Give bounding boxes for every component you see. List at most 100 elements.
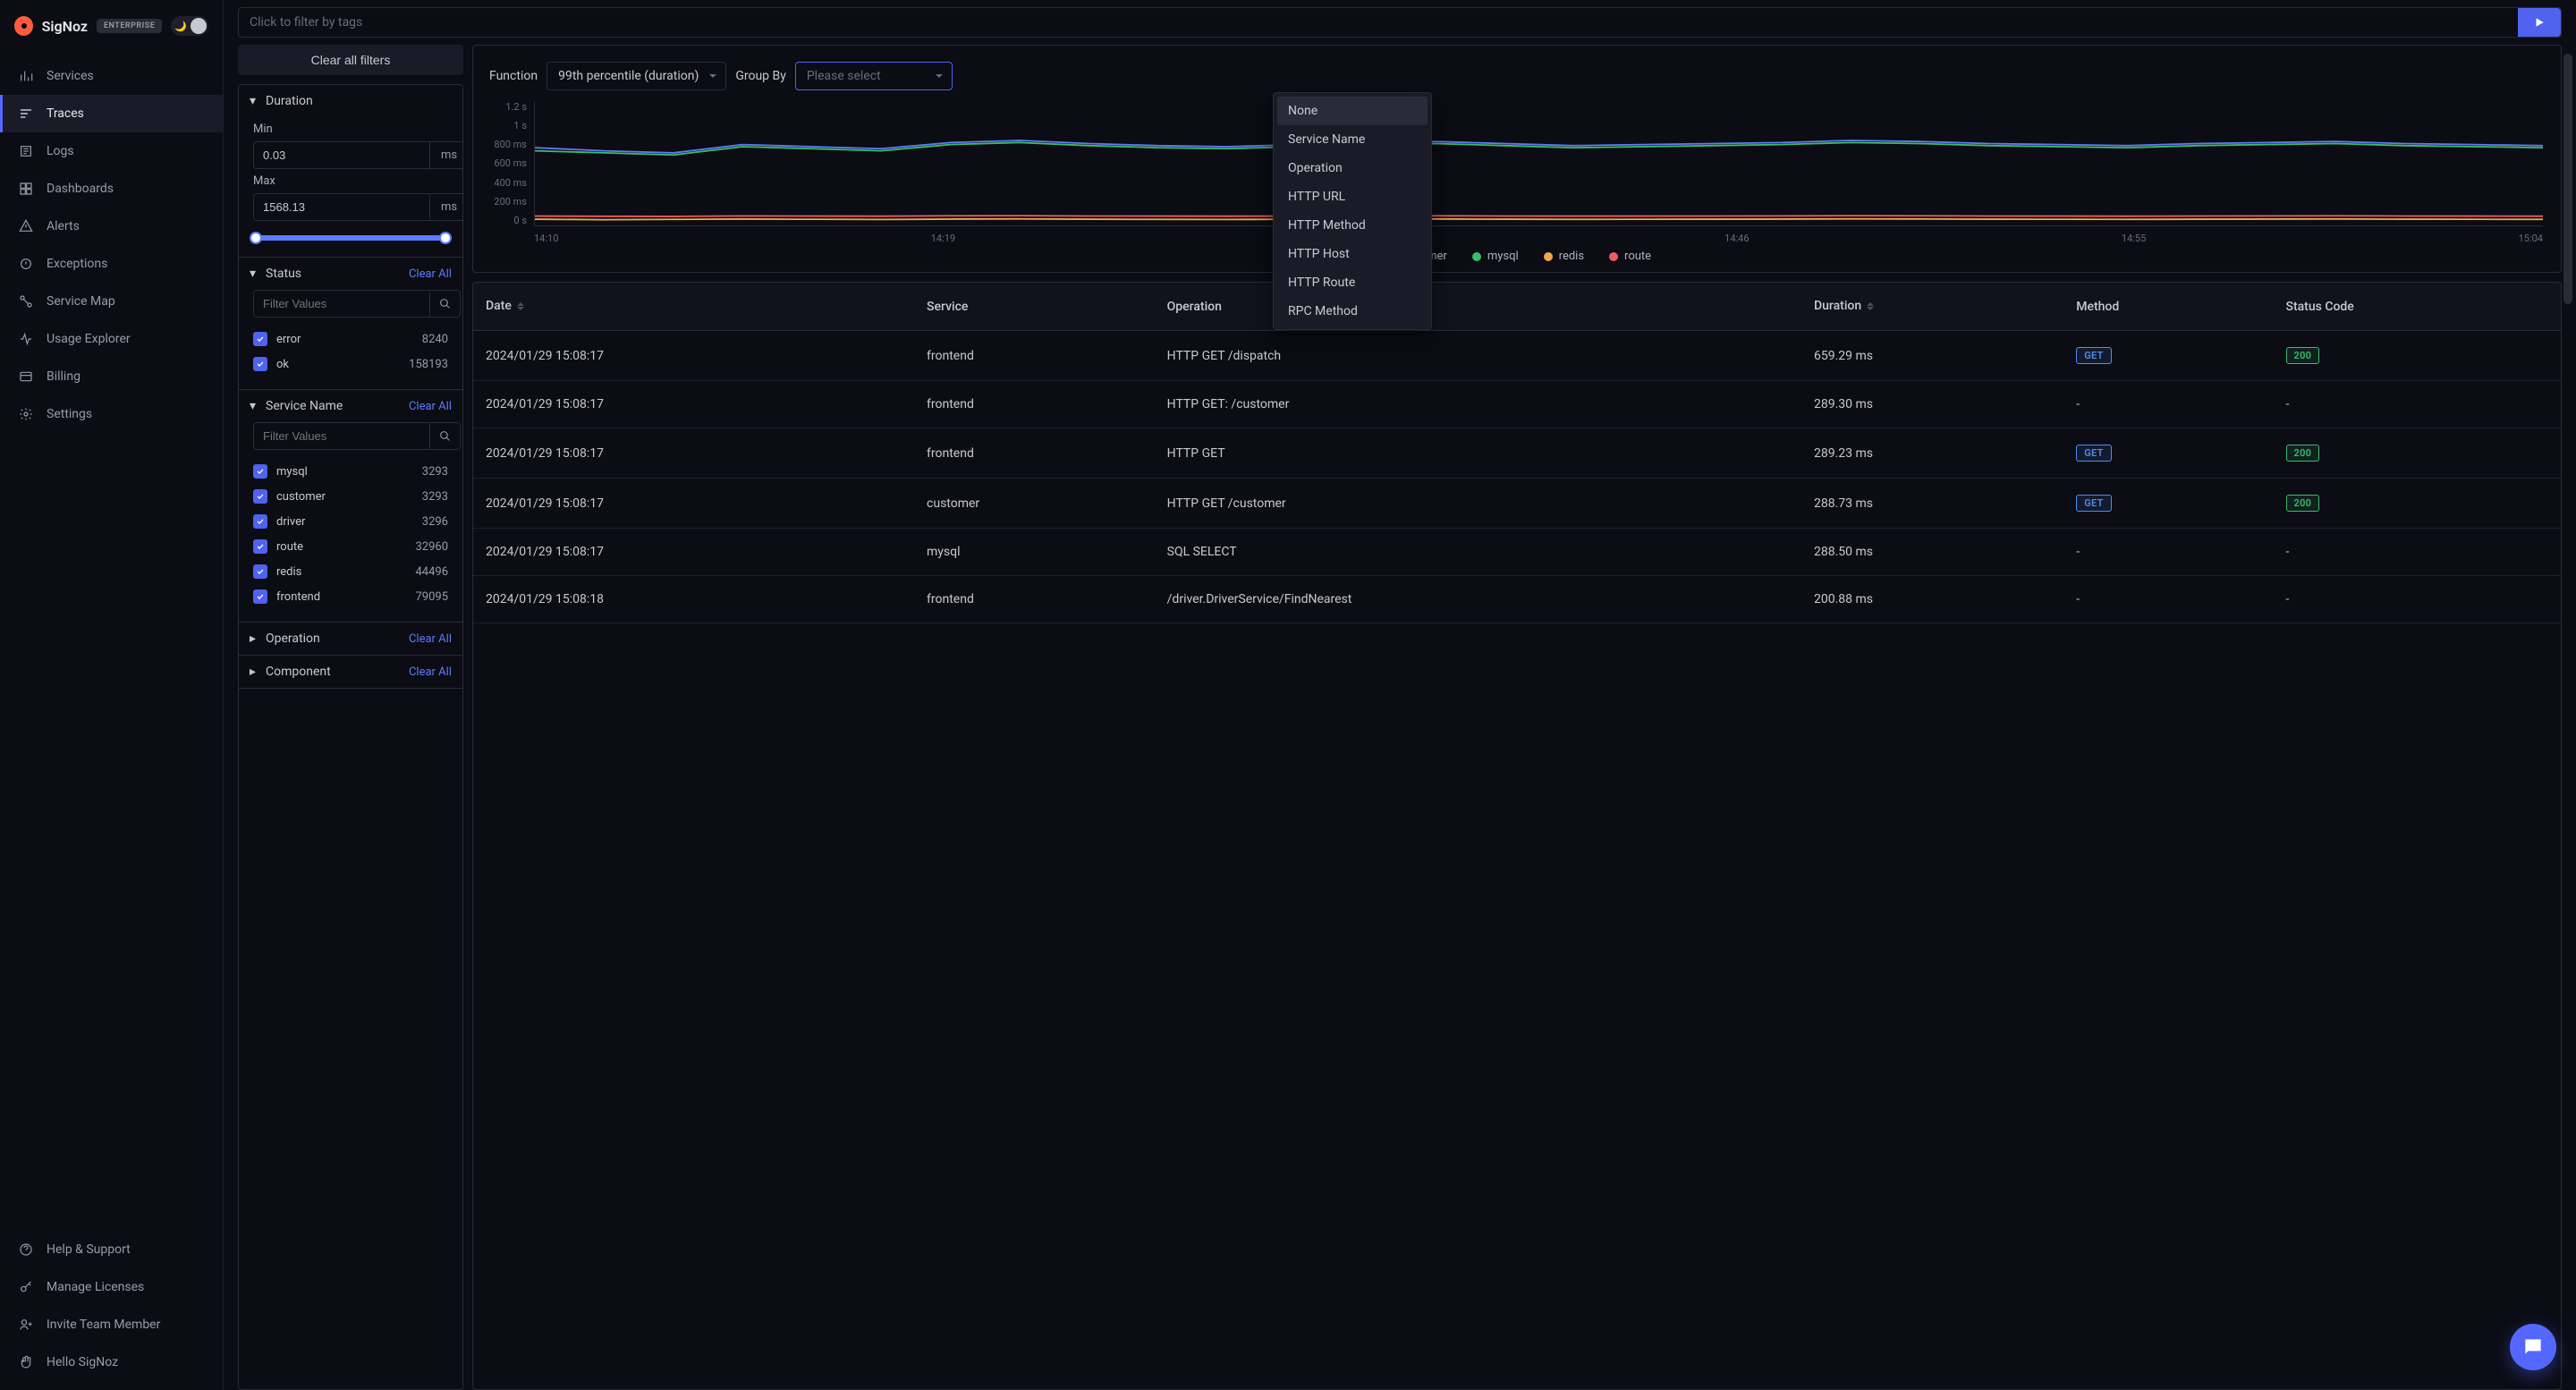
clear-service-link[interactable]: Clear All (409, 400, 452, 413)
legend-swatch (1544, 252, 1553, 261)
chevron-right-icon: ▸ (250, 631, 258, 646)
checkbox[interactable] (253, 332, 267, 346)
cell-date: 2024/01/29 15:08:17 (473, 479, 914, 529)
checkbox[interactable] (253, 514, 267, 529)
x-tick: 14:55 (2122, 233, 2146, 244)
facet-header-operation[interactable]: ▸ Operation Clear All (239, 623, 462, 655)
nav-service-map[interactable]: Service Map (0, 283, 223, 320)
nav-settings[interactable]: Settings (0, 395, 223, 433)
filter-label: customer (276, 490, 413, 504)
nav-invite[interactable]: Invite Team Member (0, 1306, 223, 1343)
filter-count: 3296 (422, 515, 448, 529)
nav-alerts[interactable]: Alerts (0, 208, 223, 245)
filter-option[interactable]: ok 158193 (253, 352, 448, 377)
nav-exceptions[interactable]: Exceptions (0, 245, 223, 283)
status-search-button[interactable] (430, 290, 461, 318)
dropdown-option[interactable]: Operation (1277, 154, 1428, 182)
chat-button[interactable] (2510, 1324, 2556, 1370)
checkbox[interactable] (253, 357, 267, 371)
traces-table: Date Service Operation Duration Method S… (472, 282, 2562, 1390)
function-select[interactable]: 99th percentile (duration) (547, 62, 726, 90)
col-method[interactable]: Method (2063, 283, 2273, 331)
toggle-knob (191, 18, 207, 34)
cell-service: frontend (914, 576, 1155, 623)
min-input[interactable] (253, 141, 430, 169)
checkbox[interactable] (253, 464, 267, 479)
filter-option[interactable]: customer 3293 (253, 484, 448, 509)
legend-item[interactable]: mysql (1472, 250, 1519, 263)
table-row[interactable]: 2024/01/29 15:08:18 frontend /driver.Dri… (473, 576, 2561, 623)
filter-option[interactable]: redis 44496 (253, 559, 448, 584)
col-operation[interactable]: Operation (1155, 283, 1801, 331)
checkbox[interactable] (253, 564, 267, 579)
col-service[interactable]: Service (914, 283, 1155, 331)
filter-option[interactable]: driver 3296 (253, 509, 448, 534)
clear-component-link[interactable]: Clear All (409, 665, 452, 679)
table-row[interactable]: 2024/01/29 15:08:17 frontend HTTP GET 28… (473, 428, 2561, 479)
facet-header-status[interactable]: ▾ Status Clear All (239, 258, 462, 290)
nav-logs[interactable]: Logs (0, 132, 223, 170)
facet-header-component[interactable]: ▸ Component Clear All (239, 656, 462, 688)
nav-dashboards[interactable]: Dashboards (0, 170, 223, 208)
table-row[interactable]: 2024/01/29 15:08:17 frontend HTTP GET /d… (473, 331, 2561, 381)
tag-filter-input[interactable]: Click to filter by tags (238, 7, 2562, 38)
status-filter-input[interactable] (253, 290, 430, 318)
service-filter-input[interactable] (253, 422, 430, 450)
filter-option[interactable]: frontend 79095 (253, 584, 448, 609)
col-status[interactable]: Status Code (2274, 283, 2562, 331)
dropdown-option[interactable]: HTTP Route (1277, 268, 1428, 297)
run-button[interactable] (2518, 8, 2561, 37)
nav-hello[interactable]: Hello SigNoz (0, 1343, 223, 1381)
nav-licenses[interactable]: Manage Licenses (0, 1268, 223, 1306)
duration-range-slider[interactable] (255, 235, 446, 241)
nav-help[interactable]: Help & Support (0, 1231, 223, 1268)
checkbox[interactable] (253, 539, 267, 554)
dropdown-option[interactable]: Service Name (1277, 125, 1428, 154)
clear-status-link[interactable]: Clear All (409, 267, 452, 281)
facet-header-duration[interactable]: ▾ Duration (239, 85, 462, 117)
max-input[interactable] (253, 193, 430, 221)
clear-all-filters-button[interactable]: Clear all filters (238, 45, 463, 75)
filter-option[interactable]: route 32960 (253, 534, 448, 559)
legend-item[interactable]: route (1609, 250, 1651, 263)
theme-toggle[interactable]: 🌙 (171, 16, 208, 36)
service-search-button[interactable] (430, 422, 461, 450)
filter-option[interactable]: mysql 3293 (253, 459, 448, 484)
dropdown-option[interactable]: None (1277, 97, 1428, 125)
method-badge: GET (2076, 445, 2111, 462)
facet-header-service-name[interactable]: ▾ Service Name Clear All (239, 390, 462, 422)
nav-label: Exceptions (47, 257, 107, 271)
legend-item[interactable]: redis (1544, 250, 1584, 263)
cell-service: frontend (914, 428, 1155, 479)
scrollbar-thumb[interactable] (2563, 54, 2572, 304)
slider-handle-right[interactable] (439, 232, 452, 244)
checkbox[interactable] (253, 589, 267, 604)
clear-operation-link[interactable]: Clear All (409, 632, 452, 646)
col-duration[interactable]: Duration (1801, 283, 2063, 331)
dropdown-option[interactable]: HTTP Method (1277, 211, 1428, 240)
nav-label: Services (47, 69, 94, 83)
nav-services[interactable]: Services (0, 57, 223, 95)
col-date[interactable]: Date (473, 283, 914, 331)
filter-count: 3293 (422, 490, 448, 504)
nav-billing[interactable]: Billing (0, 358, 223, 395)
nav-label: Service Map (47, 294, 115, 309)
nav-usage[interactable]: Usage Explorer (0, 320, 223, 358)
unit-label: ms (430, 193, 463, 221)
dropdown-option[interactable]: HTTP URL (1277, 182, 1428, 211)
dropdown-option[interactable]: RPC Method (1277, 297, 1428, 326)
checkbox[interactable] (253, 489, 267, 504)
nav-traces[interactable]: Traces (0, 95, 223, 132)
scrollbar[interactable] (2563, 54, 2572, 1372)
table-row[interactable]: 2024/01/29 15:08:17 mysql SQL SELECT 288… (473, 529, 2561, 576)
table-row[interactable]: 2024/01/29 15:08:17 customer HTTP GET /c… (473, 479, 2561, 529)
groupby-select[interactable]: Please select (795, 62, 953, 90)
filter-option[interactable]: error 8240 (253, 326, 448, 352)
chart-plot[interactable] (534, 101, 2543, 226)
y-tick: 800 ms (482, 139, 527, 150)
chart-area: 1.2 s1 s800 ms600 ms400 ms200 ms0 s 14:1… (482, 101, 2552, 244)
cell-service: frontend (914, 381, 1155, 428)
table-row[interactable]: 2024/01/29 15:08:17 frontend HTTP GET: /… (473, 381, 2561, 428)
slider-handle-left[interactable] (250, 232, 262, 244)
dropdown-option[interactable]: HTTP Host (1277, 240, 1428, 268)
